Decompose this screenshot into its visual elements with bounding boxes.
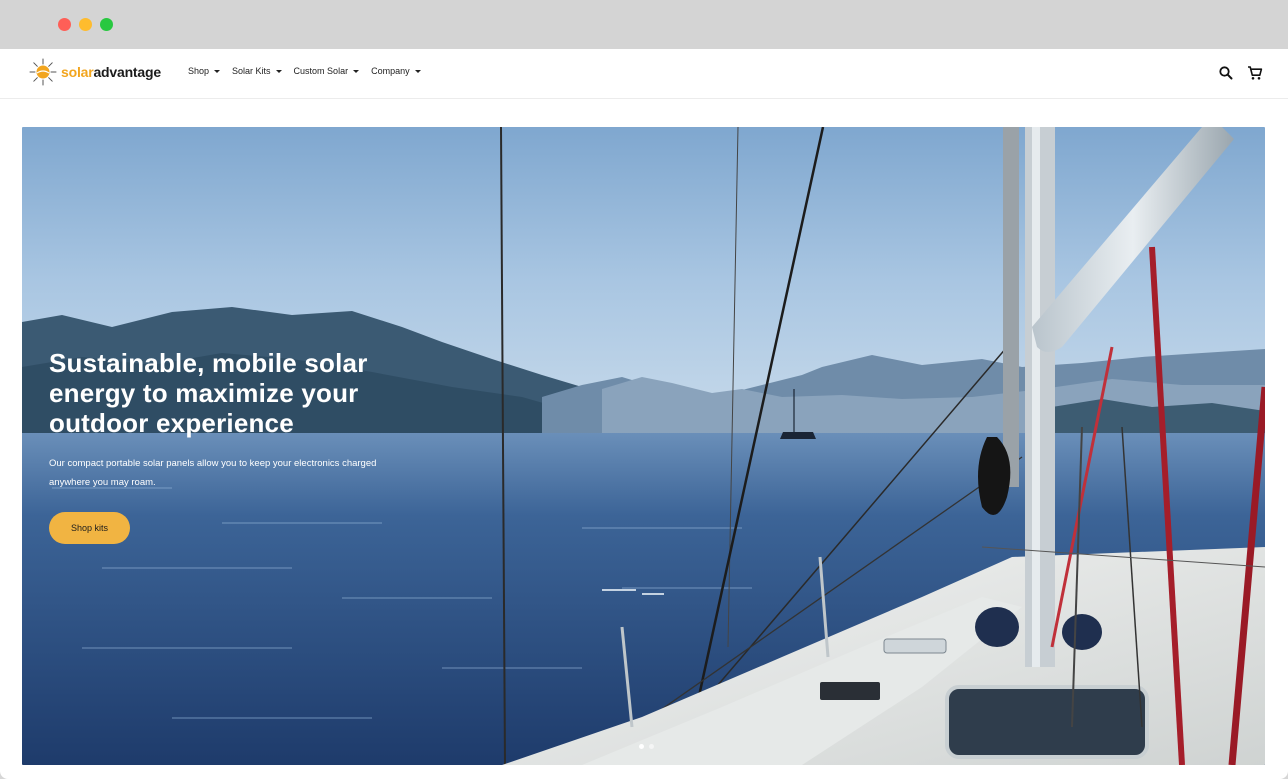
shop-kits-button[interactable]: Shop kits <box>49 512 130 544</box>
caret-down-icon <box>414 69 421 73</box>
hero-subtext: Our compact portable solar panels allow … <box>49 458 377 488</box>
menu-item-custom-solar[interactable]: Custom Solar <box>294 66 360 76</box>
hero-banner: Sustainable, mobile solar energy to maxi… <box>22 127 1265 765</box>
sun-logo-icon <box>29 58 57 86</box>
carousel-indicators <box>639 744 654 749</box>
carousel-dot-1[interactable] <box>639 744 644 749</box>
maximize-window-button[interactable] <box>100 18 113 31</box>
menu-item-label: Custom Solar <box>293 66 349 76</box>
top-navigation: solaradvantage Shop Solar Kits Custom So… <box>0 49 1288 99</box>
browser-chrome <box>0 0 1288 49</box>
main-menu: Shop Solar Kits Custom Solar Company <box>188 66 433 76</box>
hero-sailboat-image <box>22 127 1265 765</box>
hero-headline: Sustainable, mobile solar energy to maxi… <box>49 348 368 438</box>
menu-item-label: Shop <box>188 66 210 76</box>
menu-item-label: Solar Kits <box>232 66 271 76</box>
carousel-dot-2[interactable] <box>649 744 654 749</box>
caret-down-icon <box>214 69 221 73</box>
minimize-window-button[interactable] <box>79 18 92 31</box>
brand-logo[interactable]: solaradvantage <box>28 57 161 87</box>
close-window-button[interactable] <box>58 18 71 31</box>
menu-item-label: Company <box>371 66 410 76</box>
menu-item-solar-kits[interactable]: Solar Kits <box>232 66 282 76</box>
cart-icon[interactable] <box>1246 64 1264 82</box>
caret-down-icon <box>353 69 360 73</box>
menu-item-company[interactable]: Company <box>371 66 421 76</box>
search-icon[interactable] <box>1217 64 1235 82</box>
brand-name-part2: advantage <box>93 64 161 80</box>
caret-down-icon <box>275 69 282 73</box>
web-page: solaradvantage Shop Solar Kits Custom So… <box>0 49 1288 779</box>
menu-item-shop[interactable]: Shop <box>188 66 221 76</box>
brand-wordmark: solaradvantage <box>61 64 161 80</box>
brand-name-part1: solar <box>61 64 94 80</box>
